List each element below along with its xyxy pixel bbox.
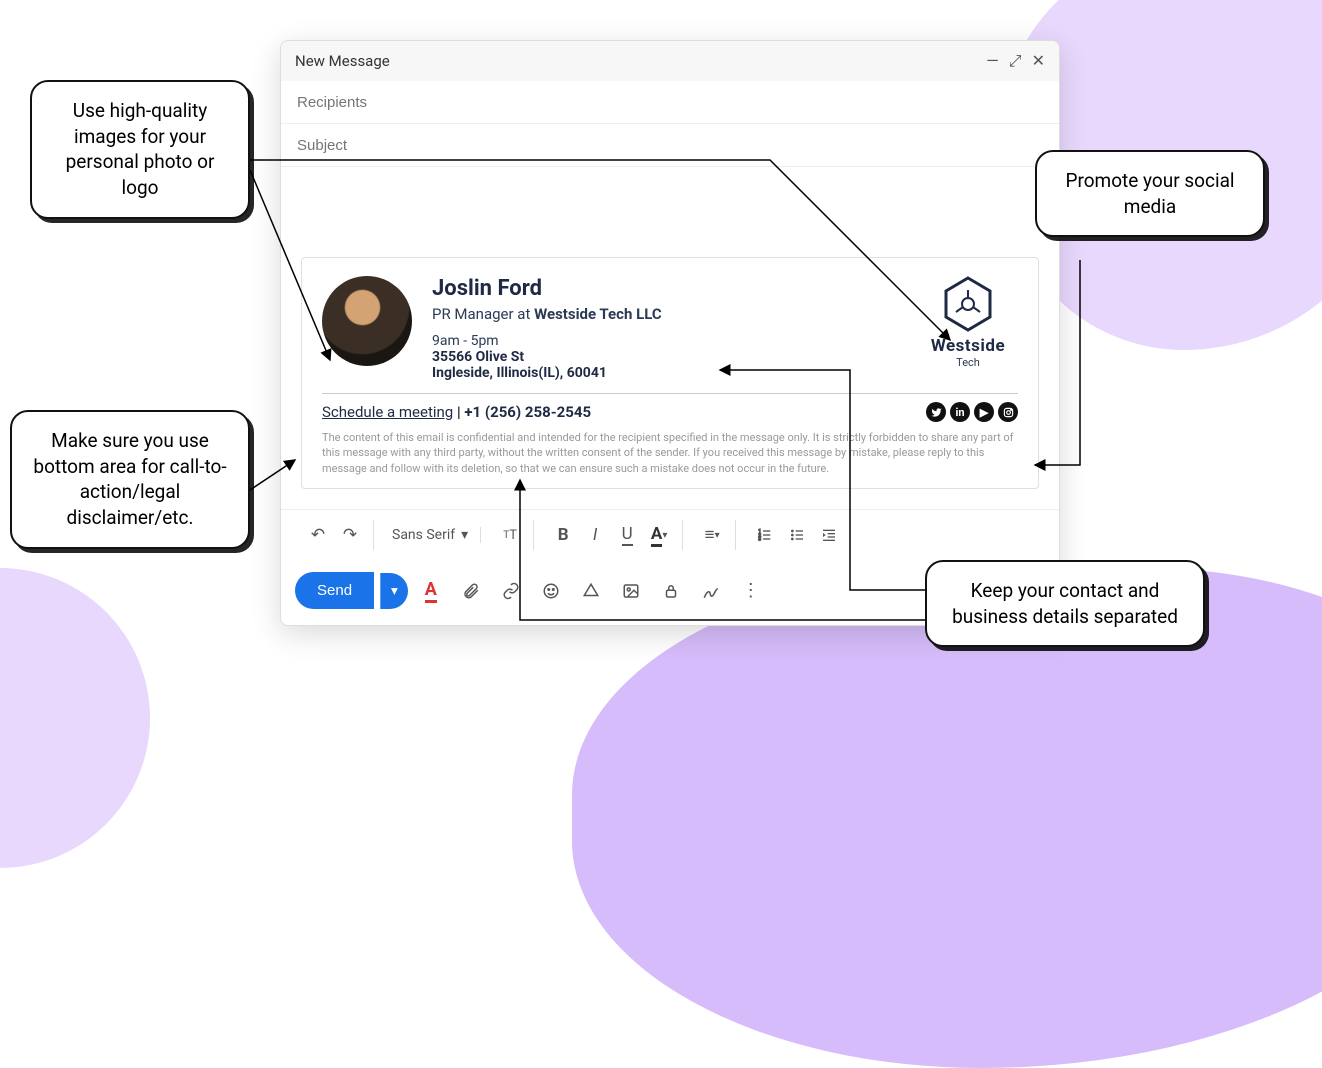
bullet-list-button[interactable]: [782, 520, 812, 550]
signature-card: Joslin Ford PR Manager at Westside Tech …: [301, 257, 1039, 489]
subject-row[interactable]: [281, 124, 1059, 167]
signature-disclaimer: The content of this email is confidentia…: [322, 430, 1018, 476]
callout-social: Promote your social media: [1035, 150, 1265, 237]
close-icon[interactable]: ✕: [1032, 51, 1045, 71]
format-toolbar: ↶ ↷ Sans Serif ▾ TT B I U A ▾ ≡ ▾ 123: [281, 509, 1059, 560]
text-format-icon[interactable]: A: [414, 574, 448, 608]
send-more-button[interactable]: ▾: [380, 573, 408, 609]
compose-header: New Message — ⤢ ✕: [281, 41, 1059, 81]
company-name: Westside Tech LLC: [534, 305, 662, 323]
minimize-icon[interactable]: —: [986, 51, 999, 71]
font-family-select[interactable]: Sans Serif ▾: [388, 527, 472, 543]
text-color-button[interactable]: A ▾: [644, 520, 674, 550]
callout-cta: Make sure you use bottom area for call-t…: [10, 410, 250, 549]
signature-phone: +1 (256) 258-2545: [464, 403, 591, 421]
compose-window: New Message — ⤢ ✕ Joslin Ford PR Manager…: [280, 40, 1060, 626]
outdent-button[interactable]: [814, 520, 844, 550]
drive-icon[interactable]: [574, 574, 608, 608]
attach-icon[interactable]: [454, 574, 488, 608]
youtube-icon[interactable]: ▶: [974, 402, 994, 422]
compose-title: New Message: [295, 52, 390, 70]
social-icons: in ▶: [926, 402, 1018, 422]
twitter-icon[interactable]: [926, 402, 946, 422]
company-logo: Westside Tech: [918, 276, 1018, 369]
callout-images: Use high-quality images for your persona…: [30, 80, 250, 219]
avatar: [322, 276, 412, 366]
logo-subtext: Tech: [918, 356, 1018, 369]
bold-button[interactable]: B: [548, 520, 578, 550]
role-prefix: PR Manager at: [432, 305, 534, 323]
confidential-icon[interactable]: [654, 574, 688, 608]
signature-icon[interactable]: [694, 574, 728, 608]
logo-text: Westside: [918, 336, 1018, 356]
image-icon[interactable]: [614, 574, 648, 608]
linkedin-icon[interactable]: in: [950, 402, 970, 422]
bg-decoration: [0, 568, 150, 868]
link-icon[interactable]: [494, 574, 528, 608]
logo-hexagon-icon: [943, 276, 993, 332]
instagram-icon[interactable]: [998, 402, 1018, 422]
more-icon[interactable]: ⋮: [734, 574, 768, 608]
callout-contact: Keep your contact and business details s…: [925, 560, 1205, 647]
recipients-input[interactable]: [297, 94, 1043, 111]
expand-icon[interactable]: ⤢: [1009, 51, 1022, 71]
undo-button[interactable]: ↶: [303, 520, 333, 550]
signature-divider: [322, 393, 1018, 394]
send-button[interactable]: Send: [295, 572, 374, 609]
signature-cta-row: Schedule a meeting | +1 (256) 258-2545: [322, 403, 591, 421]
recipients-row[interactable]: [281, 81, 1059, 124]
chevron-down-icon: ▾: [461, 527, 468, 543]
align-button[interactable]: ≡ ▾: [697, 520, 727, 550]
svg-text:3: 3: [758, 537, 761, 543]
font-family-label: Sans Serif: [392, 527, 455, 543]
redo-button[interactable]: ↷: [335, 520, 365, 550]
font-size-button[interactable]: TT: [495, 520, 525, 550]
subject-input[interactable]: [297, 137, 1043, 154]
italic-button[interactable]: I: [580, 520, 610, 550]
schedule-meeting-link[interactable]: Schedule a meeting: [322, 403, 453, 421]
emoji-icon[interactable]: [534, 574, 568, 608]
numbered-list-button[interactable]: 123: [750, 520, 780, 550]
cta-separator: |: [453, 403, 464, 421]
underline-button[interactable]: U: [612, 520, 642, 550]
